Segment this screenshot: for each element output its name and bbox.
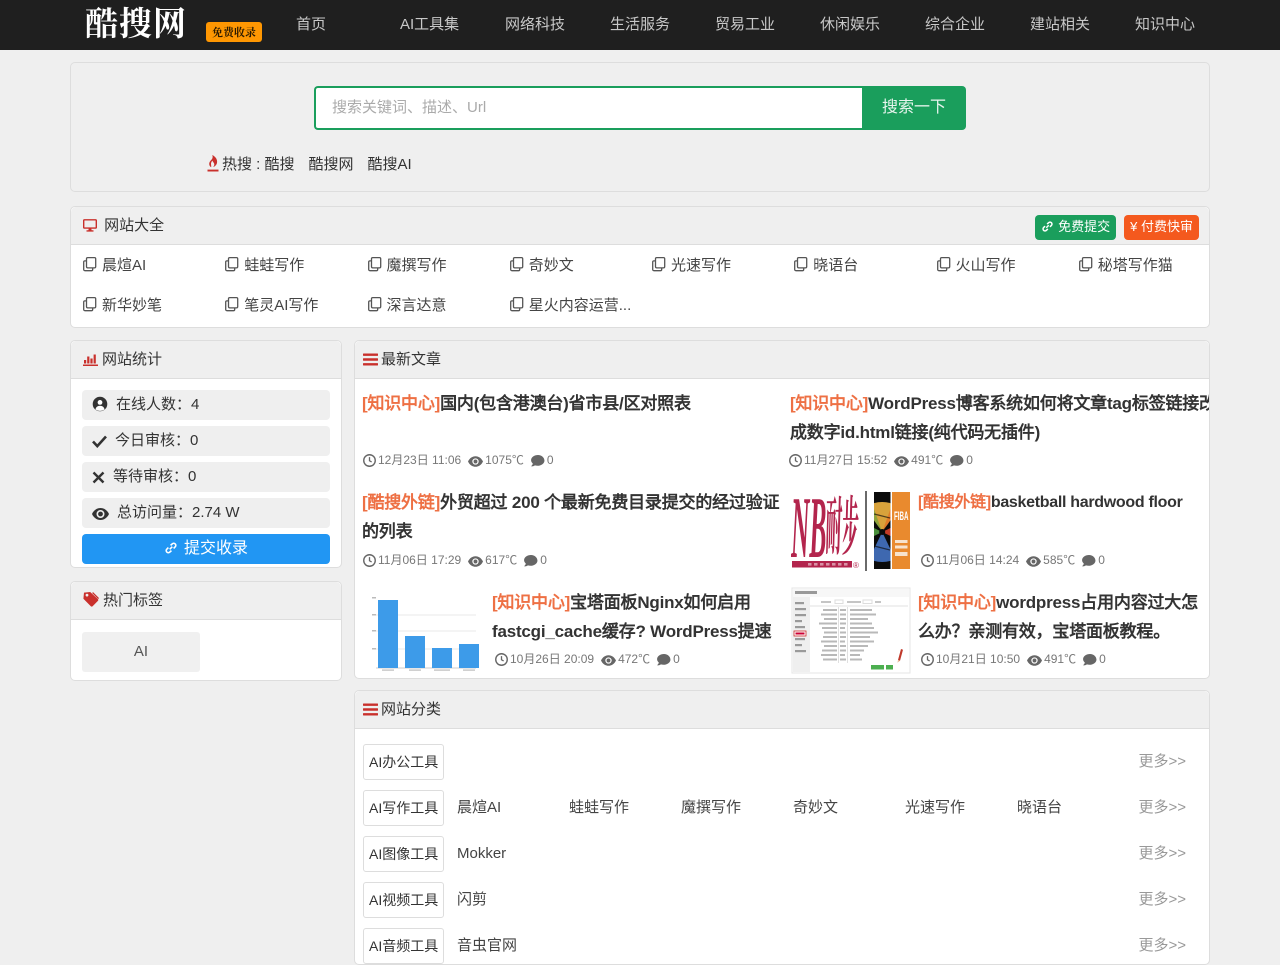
svg-text:®: ® xyxy=(853,561,859,570)
svg-text:耐步: 耐步 xyxy=(825,493,860,564)
svg-text:NB: NB xyxy=(791,491,826,571)
svg-text:FIBA: FIBA xyxy=(894,509,909,523)
